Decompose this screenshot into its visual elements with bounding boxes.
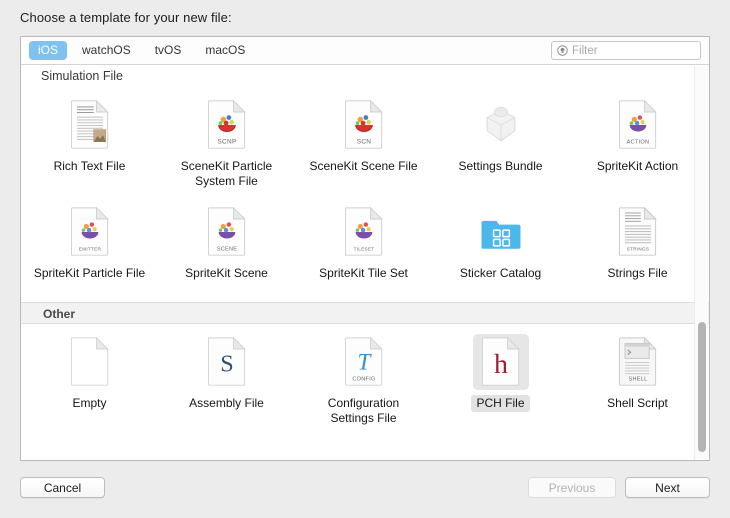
template-item-label: Rich Text File — [53, 159, 126, 173]
template-item-label: SpriteKit Tile Set — [319, 266, 408, 280]
template-item[interactable]: Rich Text File — [21, 97, 158, 190]
platform-tab-bar: iOS watchOS tvOS macOS — [21, 37, 709, 65]
tab-macos[interactable]: macOS — [196, 41, 254, 60]
svg-text:SCN: SCN — [356, 139, 371, 146]
pch-file-icon: h — [472, 334, 529, 390]
template-item[interactable]: TILESET SpriteKit Tile Set — [295, 204, 432, 282]
svg-text:SHELL: SHELL — [628, 377, 647, 383]
spritekit-particle-icon: EMITTER — [62, 204, 118, 260]
previous-button[interactable]: Previous — [528, 477, 616, 498]
template-item[interactable]: SCENE SpriteKit Scene — [158, 204, 295, 282]
search-input[interactable] — [572, 44, 695, 57]
template-chooser-panel: iOSwatchOStvOSmacOS Simulation FileRich … — [20, 36, 710, 461]
template-item-label: Shell Script — [607, 396, 668, 410]
template-item[interactable]: Empty — [21, 334, 158, 427]
tab-tvos[interactable]: tvOS — [146, 41, 191, 60]
vertical-scrollbar[interactable] — [694, 66, 708, 460]
template-item[interactable]: SCN SceneKit Scene File — [295, 97, 432, 190]
svg-text:S: S — [220, 350, 233, 377]
spritekit-tileset-icon: TILESET — [336, 204, 392, 260]
template-item-label: Assembly File — [189, 396, 264, 410]
template-item[interactable]: SCNP SceneKit Particle System File — [158, 97, 295, 190]
svg-text:STRINGS: STRINGS — [626, 247, 649, 252]
svg-text:SCENE: SCENE — [216, 247, 237, 253]
section-header-simulation-file: Simulation File — [21, 65, 709, 87]
assembly-file-icon: S — [199, 334, 255, 390]
tab-ios[interactable]: iOS — [29, 41, 68, 60]
svg-text:h: h — [494, 349, 508, 380]
section-header-other: Other — [21, 302, 709, 324]
template-grid: Empty S Assembly File T CONFIG Configuration … — [21, 324, 709, 447]
next-button[interactable]: Next — [625, 477, 710, 498]
search-circle-icon — [557, 45, 568, 56]
filter-field[interactable] — [551, 41, 701, 60]
template-item[interactable]: EMITTER SpriteKit Particle File — [21, 204, 158, 282]
empty-file-icon — [62, 334, 118, 390]
template-item-label: PCH File — [471, 395, 530, 412]
template-item-label: Empty — [72, 396, 107, 410]
svg-text:TILESET: TILESET — [353, 247, 374, 252]
template-item-label: SceneKit Scene File — [309, 159, 418, 173]
shell-script-icon: SHELL — [610, 334, 666, 390]
configuration-settings-icon: T CONFIG — [336, 334, 392, 390]
svg-text:CONFIG: CONFIG — [352, 377, 375, 383]
settings-bundle-icon — [473, 97, 529, 153]
tab-watchos[interactable]: watchOS — [73, 41, 140, 60]
template-item-label: SceneKit Particle System File — [180, 159, 273, 188]
template-item[interactable]: ACTION SpriteKit Action — [569, 97, 706, 190]
template-item[interactable]: T CONFIG Configuration Settings File — [295, 334, 432, 427]
template-item[interactable]: Sticker Catalog — [432, 204, 569, 282]
template-scroll-area[interactable]: Simulation File Rich Text File SCNP SceneKi… — [21, 65, 709, 460]
template-item-label: Strings File — [607, 266, 668, 280]
strings-file-icon: STRINGS — [610, 204, 666, 260]
template-item-label: SpriteKit Scene — [185, 266, 268, 280]
template-item-label: Configuration Settings File — [327, 396, 400, 425]
spritekit-scene-icon: SCENE — [199, 204, 255, 260]
svg-text:EMITTER: EMITTER — [78, 247, 101, 252]
svg-text:SCNP: SCNP — [217, 139, 236, 146]
scenekit-particle-icon: SCNP — [199, 97, 255, 153]
page-title: Choose a template for your new file: — [20, 10, 232, 25]
template-item-label: SpriteKit Action — [596, 159, 679, 173]
template-item[interactable]: S Assembly File — [158, 334, 295, 427]
svg-text:T: T — [357, 349, 372, 375]
template-item-label: Sticker Catalog — [459, 266, 542, 280]
template-sections: Simulation File Rich Text File SCNP SceneKi… — [21, 65, 709, 447]
spritekit-action-icon: ACTION — [610, 97, 666, 153]
template-item[interactable]: SHELL Shell Script — [569, 334, 706, 427]
cancel-button[interactable]: Cancel — [20, 477, 105, 498]
platform-tabs: iOS watchOS tvOS macOS — [29, 41, 260, 60]
template-item[interactable]: Settings Bundle — [432, 97, 569, 190]
template-item-label: SpriteKit Particle File — [33, 266, 146, 280]
template-grid: Rich Text File SCNP SceneKit Particle Syst… — [21, 87, 709, 302]
rich-text-file-icon — [62, 97, 118, 153]
template-item[interactable]: h PCH File — [432, 334, 569, 427]
sticker-catalog-icon — [473, 204, 529, 260]
scenekit-scene-icon: SCN — [336, 97, 392, 153]
svg-text:ACTION: ACTION — [626, 140, 649, 146]
template-item-label: Settings Bundle — [458, 159, 543, 173]
scrollbar-thumb[interactable] — [698, 322, 706, 453]
template-item[interactable]: STRINGS Strings File — [569, 204, 706, 282]
